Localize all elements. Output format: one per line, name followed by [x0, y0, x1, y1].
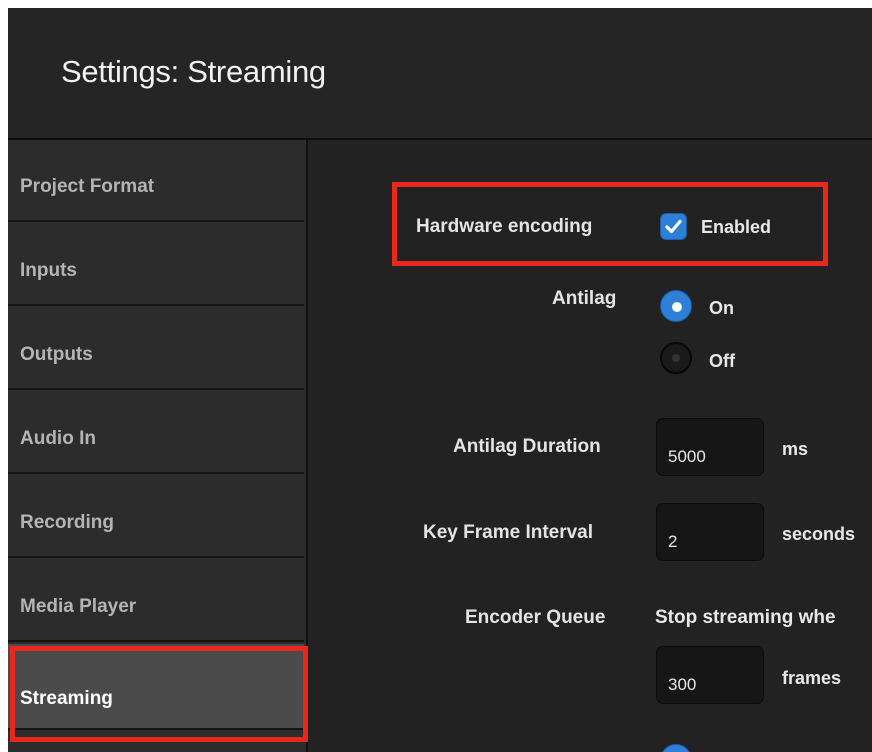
sidebar-item-label: Outputs [20, 344, 93, 365]
highlight-box-streaming [10, 646, 308, 742]
highlight-box-hardware-encoding [392, 182, 828, 266]
antilag-on-label: On [709, 298, 734, 318]
sidebar-item-label: Project Format [20, 176, 155, 197]
sidebar-item-inputs[interactable]: Inputs [8, 224, 304, 306]
encoder-queue-label: Encoder Queue [465, 607, 606, 628]
antilag-duration-unit: ms [782, 439, 809, 459]
antilag-on-radio[interactable] [660, 290, 692, 322]
antilag-off-radio[interactable] [660, 342, 692, 374]
encoder-queue-description: Stop streaming whe [655, 607, 836, 628]
encoder-queue-input[interactable] [656, 646, 764, 704]
title-bar: Settings: Streaming [8, 8, 872, 140]
sidebar-item-label: Inputs [20, 260, 77, 281]
sidebar-item-recording[interactable]: Recording [8, 476, 304, 558]
sidebar-item-label: Recording [20, 512, 114, 533]
sidebar-item-label: Audio In [20, 428, 96, 449]
settings-window: Settings: Streaming Project Format Input… [8, 8, 872, 752]
sidebar-item-label: Media Player [20, 596, 137, 617]
sidebar-item-project-format[interactable]: Project Format [8, 140, 304, 222]
key-frame-interval-label: Key Frame Interval [423, 522, 594, 543]
sidebar-item-audio-in[interactable]: Audio In [8, 392, 304, 474]
key-frame-interval-input[interactable] [656, 503, 764, 561]
antilag-duration-input[interactable] [656, 418, 764, 476]
antilag-off-label: Off [709, 351, 735, 371]
key-frame-interval-unit: seconds [782, 524, 856, 544]
encoder-queue-unit: frames [782, 668, 842, 688]
sidebar-item-outputs[interactable]: Outputs [8, 308, 304, 390]
antilag-duration-label: Antilag Duration [453, 436, 601, 457]
antilag-label: Antilag [552, 288, 617, 309]
sidebar-item-media-player[interactable]: Media Player [8, 560, 304, 642]
bottom-radio[interactable] [660, 744, 692, 752]
window-title: Settings: Streaming [61, 54, 326, 89]
